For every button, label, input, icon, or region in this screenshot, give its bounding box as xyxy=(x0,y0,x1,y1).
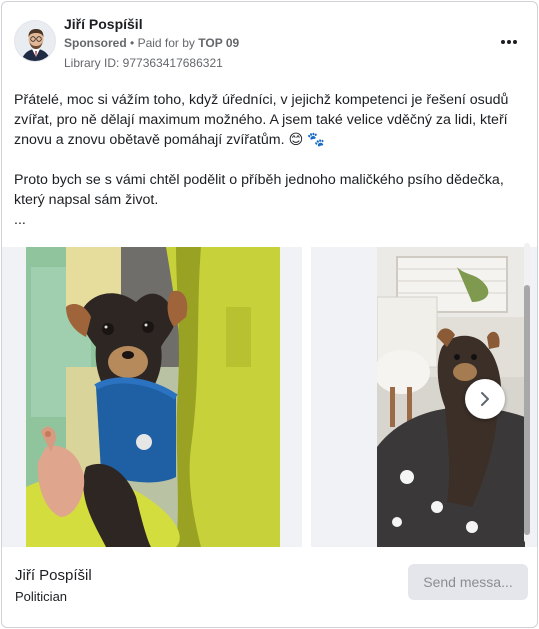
payer-name: TOP 09 xyxy=(198,36,240,50)
more-horizontal-icon-dot xyxy=(507,40,511,44)
sponsored-line: Sponsored • Paid for by TOP 09 xyxy=(64,36,239,50)
library-id: Library ID: 977363417686321 xyxy=(64,56,223,70)
footer-page-category: Politician xyxy=(15,589,68,604)
more-horizontal-icon xyxy=(501,40,505,44)
dog-in-harness-photo xyxy=(26,247,280,547)
avatar[interactable] xyxy=(14,20,56,62)
send-message-button[interactable]: Send messa... xyxy=(408,564,528,600)
more-horizontal-icon-dot xyxy=(513,40,517,44)
ad-card: Jiří Pospíšil Sponsored • Paid for by TO… xyxy=(1,1,538,628)
see-more-ellipsis[interactable]: ... xyxy=(14,210,514,230)
scrollbar-thumb[interactable] xyxy=(524,285,530,535)
carousel-slide-1[interactable] xyxy=(2,247,302,547)
advertiser-name[interactable]: Jiří Pospíšil xyxy=(64,16,143,32)
paid-for-prefix: Paid for by xyxy=(137,36,195,50)
post-paragraph-1: Přátelé, moc si vážím toho, když úředníc… xyxy=(14,92,509,148)
more-options-button[interactable] xyxy=(497,34,521,50)
sponsored-label: Sponsored xyxy=(64,36,127,50)
carousel-next-button[interactable] xyxy=(465,379,505,419)
avatar-portrait xyxy=(15,21,55,61)
meta-separator: • xyxy=(130,36,135,50)
footer-page-name[interactable]: Jiří Pospíšil xyxy=(15,567,92,584)
post-paragraph-2: Proto bych se s vámi chtěl podělit o pří… xyxy=(14,172,504,208)
image-carousel[interactable] xyxy=(2,247,537,547)
post-text: Přátelé, moc si vážím toho, když úředníc… xyxy=(14,90,514,230)
ad-header: Jiří Pospíšil Sponsored • Paid for by TO… xyxy=(14,14,525,74)
chevron-right-icon xyxy=(481,392,489,406)
scrollbar[interactable] xyxy=(523,243,531,543)
